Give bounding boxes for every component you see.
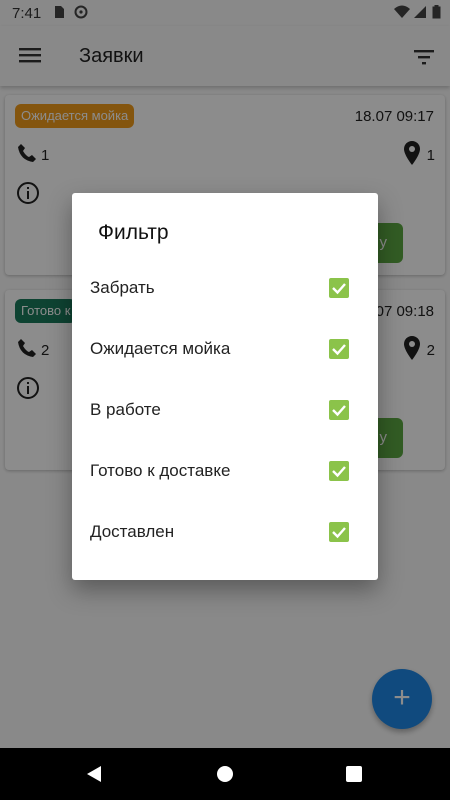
home-icon[interactable] (217, 766, 233, 782)
checkbox-checked-icon[interactable] (329, 522, 349, 542)
checkbox-checked-icon[interactable] (329, 400, 349, 420)
filter-option-label: Забрать (90, 278, 155, 297)
system-nav-bar (0, 748, 450, 800)
filter-option-label: Готово к доставке (90, 461, 231, 480)
filter-option-label: Ожидается мойка (90, 339, 231, 358)
filter-option-in-progress[interactable]: В работе (72, 386, 378, 434)
filter-option-awaiting-wash[interactable]: Ожидается мойка (72, 325, 378, 373)
filter-option-ready-for-delivery[interactable]: Готово к доставке (72, 447, 378, 495)
dialog-title: Фильтр (98, 221, 169, 244)
checkbox-checked-icon[interactable] (329, 278, 349, 298)
checkbox-checked-icon[interactable] (329, 339, 349, 359)
checkbox-checked-icon[interactable] (329, 461, 349, 481)
filter-option-label: Доставлен (90, 522, 175, 541)
filter-option-pickup[interactable]: Забрать (72, 264, 378, 312)
back-icon[interactable] (85, 765, 103, 783)
filter-option-label: В работе (90, 400, 161, 419)
filter-dialog: Фильтр Забрать Ожидается мойка В работе … (72, 193, 378, 580)
filter-option-delivered[interactable]: Доставлен (72, 508, 378, 556)
recent-apps-icon[interactable] (346, 766, 362, 782)
